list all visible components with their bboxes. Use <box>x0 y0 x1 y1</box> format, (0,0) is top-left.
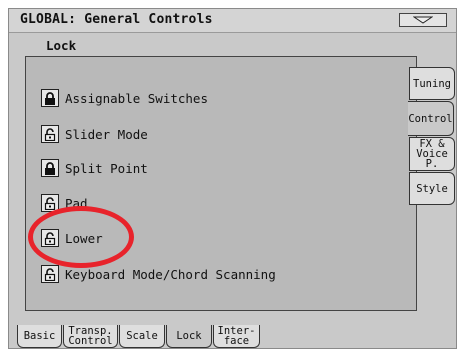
lock-item-label: Split Point <box>65 160 148 176</box>
padlock-open-icon <box>44 267 56 281</box>
lock-toggle[interactable] <box>41 159 59 177</box>
tab-label: Control <box>408 112 453 125</box>
lock-item-label: Assignable Switches <box>65 90 208 106</box>
tab-tuning[interactable]: Tuning <box>409 67 455 100</box>
lock-item-label: Slider Mode <box>65 126 148 142</box>
lock-toggle[interactable] <box>41 125 59 143</box>
padlock-open-icon <box>44 231 56 245</box>
lock-toggle[interactable] <box>41 229 59 247</box>
tab-label-line2: Control <box>68 335 113 347</box>
lock-item-label: Lower <box>65 230 103 246</box>
tab-label: Scale <box>126 330 158 342</box>
tab-lock[interactable]: Lock <box>166 325 212 348</box>
tab-interface[interactable]: Inter- face <box>213 325 260 348</box>
tab-transp-control[interactable]: Transp. Control <box>63 325 118 348</box>
lock-item-assignable-switches[interactable]: Assignable Switches <box>41 88 208 108</box>
triangle-down-icon <box>413 16 433 24</box>
tab-fx-voice-p[interactable]: FX & Voice P. <box>409 137 455 171</box>
tab-label: Style <box>416 182 448 195</box>
lock-item-lower[interactable]: Lower <box>41 228 103 248</box>
padlock-open-icon <box>44 196 56 210</box>
global-general-controls-screen: GLOBAL: General Controls Lock Assignable… <box>8 8 457 349</box>
tab-label-line2: Voice P. <box>416 148 448 170</box>
tab-label: Basic <box>23 330 56 342</box>
lock-item-keyboard-mode[interactable]: Keyboard Mode/Chord Scanning <box>41 264 276 284</box>
lock-item-split-point[interactable]: Split Point <box>41 158 148 178</box>
tab-label: Tuning <box>413 77 451 90</box>
lock-toggle[interactable] <box>41 194 59 212</box>
lock-toggle[interactable] <box>41 89 59 107</box>
lock-panel: Assignable Switches Slider Mode Split Po… <box>25 56 417 311</box>
padlock-open-icon <box>44 127 56 141</box>
lock-item-pad[interactable]: Pad <box>41 193 88 213</box>
tab-label-line2: face <box>223 335 250 347</box>
tab-scale[interactable]: Scale <box>119 325 165 348</box>
padlock-closed-icon <box>45 161 55 175</box>
lock-item-label: Keyboard Mode/Chord Scanning <box>65 266 276 282</box>
padlock-closed-icon <box>45 91 55 105</box>
tab-style[interactable]: Style <box>409 172 455 205</box>
section-title: Lock <box>46 38 77 53</box>
tab-control[interactable]: Control <box>408 101 454 136</box>
tab-label: Lock <box>176 330 202 342</box>
lock-toggle[interactable] <box>41 265 59 283</box>
tab-basic[interactable]: Basic <box>17 325 62 348</box>
bottom-tab-bar: Basic Transp. Control Scale Lock Inter- … <box>9 325 456 349</box>
lock-item-label: Pad <box>65 195 88 211</box>
title-bar: GLOBAL: General Controls <box>9 9 456 33</box>
page-menu-button[interactable] <box>399 13 447 27</box>
lock-item-slider-mode[interactable]: Slider Mode <box>41 124 148 144</box>
page-title: GLOBAL: General Controls <box>20 12 213 27</box>
